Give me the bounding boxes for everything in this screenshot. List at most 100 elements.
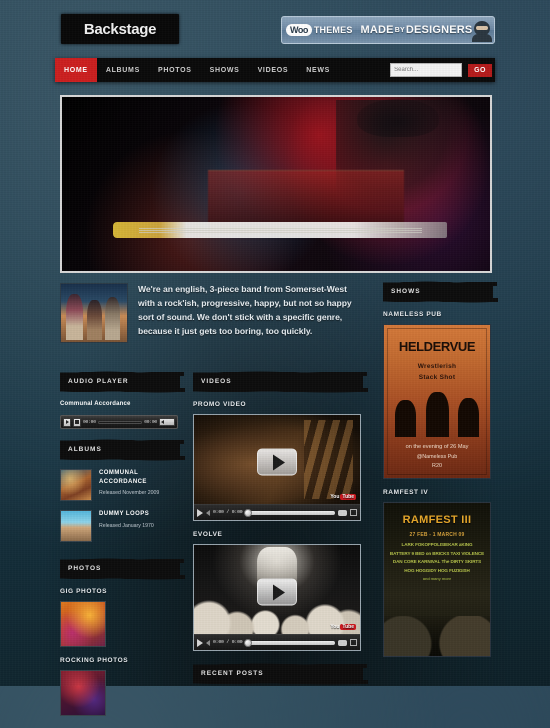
- poster-support-band-1: Wrestlerish: [417, 363, 457, 371]
- nav-item-home[interactable]: HOME: [55, 58, 97, 82]
- nav-item-videos[interactable]: VIDEOS: [249, 58, 298, 82]
- play-icon[interactable]: [257, 578, 297, 606]
- woo-tagline-made: MADE: [360, 24, 394, 36]
- poster-lineup-row: DAN CORE KARNIVAL The DIRTY SKIRTS: [392, 559, 482, 565]
- poster-date-line: on the evening of 26 May: [405, 444, 469, 451]
- photo-gallery-title: ROCKING PHOTOS: [60, 657, 129, 664]
- nav-item-news[interactable]: NEWS: [297, 58, 339, 82]
- poster-lineup-row: BATTERY 9 BED on BRICKS TAXI VIOLENCE: [389, 550, 485, 556]
- video-progress-slider[interactable]: [244, 638, 335, 647]
- fullscreen-icon[interactable]: [350, 639, 357, 646]
- audio-stop-icon[interactable]: [73, 417, 81, 427]
- site-logo[interactable]: Backstage: [61, 14, 179, 44]
- widget-recent-posts: RECENT POSTS: [193, 662, 368, 686]
- poster-silhouette-art: [384, 385, 490, 437]
- audio-elapsed-time: 00:00: [83, 419, 96, 425]
- audio-play-icon[interactable]: [63, 417, 71, 427]
- show-poster[interactable]: HELDERVUE Wrestlerish Stack Shot on the …: [383, 324, 491, 479]
- poster-date-line: 27 FEB - 1 MARCH 09: [409, 532, 465, 539]
- nav-item-albums[interactable]: ALBUMS: [97, 58, 149, 82]
- album-title: COMMUNAL ACCORDANCE: [99, 470, 147, 485]
- youtube-logo-tube: Tube: [340, 494, 356, 500]
- video-mute-icon[interactable]: [206, 509, 210, 516]
- widget-title-shows: SHOWS: [383, 280, 498, 304]
- album-release-date: Released January 1970: [99, 522, 154, 529]
- poster-lineup: LARK FOKOFPOLISIEKAR aKING BATTERY 9 BED…: [388, 541, 486, 582]
- poster-price-line: R20: [432, 463, 442, 470]
- video-mute-icon[interactable]: [206, 639, 210, 646]
- video-title: EVOLVE: [193, 531, 223, 538]
- widget-title-photos: PHOTOS: [60, 557, 185, 581]
- album-list-item[interactable]: COMMUNAL ACCORDANCE Released November 20…: [60, 469, 180, 501]
- nav-item-photos[interactable]: PHOTOS: [149, 58, 201, 82]
- video-controls-bar: 0:00 / 0:00: [194, 504, 360, 520]
- hero-image[interactable]: [60, 95, 492, 273]
- shows-sidebar: SHOWS NAMELESS PUB HELDERVUE Wrestlerish…: [383, 280, 498, 669]
- woo-tagline: MADEBYDESIGNERS: [361, 24, 473, 36]
- search-input[interactable]: [390, 63, 463, 77]
- play-icon[interactable]: [257, 448, 297, 476]
- video-quality-icon[interactable]: [338, 639, 347, 646]
- video-player[interactable]: You Tube 0:00 / 0:00: [193, 544, 361, 651]
- poster-lineup-row: HOG HOGGIDY HOG FUZIGISH: [404, 567, 470, 573]
- hero-photo: [62, 97, 490, 271]
- poster-bottom-art: [384, 616, 490, 656]
- youtube-logo-icon: You Tube: [330, 624, 356, 630]
- ninja-icon: [472, 19, 493, 42]
- video-title: PROMO VIDEO: [193, 401, 247, 408]
- youtube-logo-you: You: [330, 624, 340, 630]
- photo-gallery-title: GIG PHOTOS: [60, 588, 108, 595]
- poster-support-band-2: Stack Shot: [418, 373, 456, 381]
- widget-title-videos: VIDEOS: [193, 370, 368, 394]
- audio-progress-slider[interactable]: [97, 420, 143, 424]
- widget-shows: SHOWS NAMELESS PUB HELDERVUE Wrestlerish…: [383, 280, 498, 657]
- widget-photos: PHOTOS GIG PHOTOS ROCKING PHOTOS: [60, 557, 185, 716]
- show-venue-label: NAMELESS PUB: [383, 311, 442, 318]
- band-photo-thumbnail[interactable]: [60, 283, 128, 343]
- video-play-icon[interactable]: [197, 508, 203, 517]
- audio-track-title: Communal Accordance: [60, 401, 131, 407]
- search-go-button[interactable]: GO: [468, 63, 492, 77]
- video-progress-slider[interactable]: [244, 508, 335, 517]
- site-logo-text: Backstage: [83, 20, 157, 38]
- youtube-logo-you: You: [330, 494, 340, 500]
- poster-lineup-more: and many more: [422, 576, 452, 582]
- widget-title-audio-player: AUDIO PLAYER: [60, 370, 185, 394]
- photo-gallery-thumbnail[interactable]: [60, 670, 106, 716]
- poster-lineup-row: LARK FOKOFPOLISIEKAR aKING: [401, 542, 473, 548]
- poster-footer: on the evening of 26 May @Nameless Pub R…: [384, 443, 490, 472]
- youtube-logo-icon: You Tube: [330, 494, 356, 500]
- youtube-logo-tube: Tube: [340, 624, 356, 630]
- poster-venue-line: @Nameless Pub: [416, 453, 458, 460]
- left-sidebar: AUDIO PLAYER Communal Accordance 00:00 0…: [60, 370, 185, 728]
- woo-logo-badge: Woo: [286, 24, 312, 36]
- fullscreen-icon[interactable]: [350, 509, 357, 516]
- widget-videos: VIDEOS PROMO VIDEO You Tube 0:00 / 0:00: [193, 370, 368, 651]
- album-title: DUMMY LOOPS: [99, 511, 150, 517]
- search-form: GO: [390, 63, 495, 77]
- album-release-date: Released November 2009: [99, 490, 160, 497]
- show-venue-label: RAMFEST IV: [383, 489, 429, 496]
- video-play-icon[interactable]: [197, 638, 203, 647]
- page-root: Backstage Woo THEMES MADEBYDESIGNERS HOM…: [0, 0, 550, 716]
- video-time-display: 0:00 / 0:00: [213, 510, 243, 515]
- woothemes-banner-ad[interactable]: Woo THEMES MADEBYDESIGNERS: [281, 16, 495, 44]
- woo-tagline-by: BY: [394, 26, 405, 34]
- video-quality-icon[interactable]: [338, 509, 347, 516]
- nav-item-shows[interactable]: SHOWS: [201, 58, 249, 82]
- volume-icon[interactable]: [159, 418, 175, 426]
- band-intro: We're an english, 3-piece band from Some…: [60, 283, 360, 355]
- album-cover-thumbnail[interactable]: [60, 469, 92, 501]
- album-list-item[interactable]: DUMMY LOOPS Released January 1970: [60, 510, 180, 542]
- photo-gallery-thumbnail[interactable]: [60, 601, 106, 647]
- album-cover-thumbnail[interactable]: [60, 510, 92, 542]
- woo-themes-label: THEMES: [313, 25, 353, 35]
- audio-duration-time: 00:00: [144, 419, 157, 425]
- main-navigation: HOME ALBUMS PHOTOS SHOWS VIDEOS NEWS GO: [55, 58, 495, 82]
- widget-albums: ALBUMS COMMUNAL ACCORDANCE Released Nove…: [60, 438, 185, 542]
- poster-headline: HELDERVUE: [398, 338, 476, 354]
- video-player[interactable]: You Tube 0:00 / 0:00: [193, 414, 361, 521]
- poster-headline: RAMFEST III: [402, 513, 472, 526]
- nav-item-list: HOME ALBUMS PHOTOS SHOWS VIDEOS NEWS: [55, 58, 339, 82]
- show-poster[interactable]: RAMFEST III 27 FEB - 1 MARCH 09 LARK FOK…: [383, 502, 491, 657]
